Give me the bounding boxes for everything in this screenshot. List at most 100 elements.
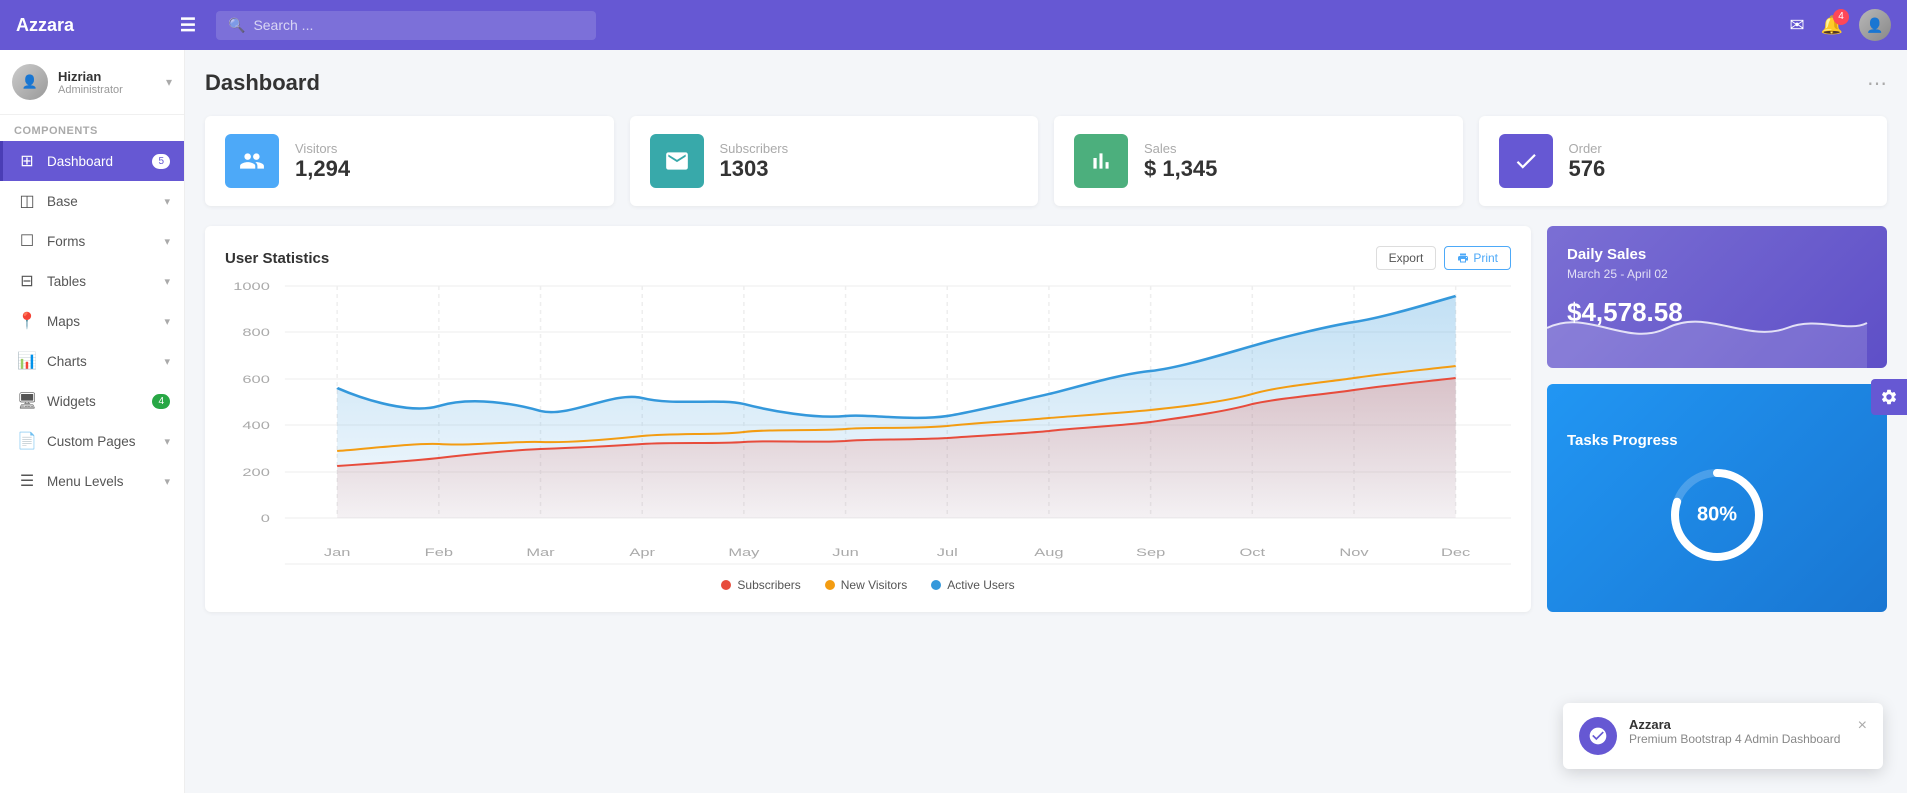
sidebar-item-label: Forms [47, 234, 154, 249]
chart-header: User Statistics Export Print [225, 246, 1511, 270]
settings-fab[interactable] [1871, 379, 1907, 415]
sales-label: Sales [1144, 141, 1217, 156]
daily-sales-title: Daily Sales [1567, 246, 1867, 263]
chart-title: User Statistics [225, 250, 329, 267]
sidebar-item-label: Menu Levels [47, 474, 154, 489]
sidebar-item-forms[interactable]: ☐ Forms ▾ [0, 221, 184, 261]
chart-actions: Export Print [1376, 246, 1511, 270]
sidebar-user-arrow: ▾ [166, 75, 172, 89]
svg-text:May: May [728, 546, 759, 559]
svg-text:800: 800 [242, 326, 270, 339]
toast-title: Azzara [1629, 717, 1846, 732]
user-avatar[interactable]: 👤 [1859, 9, 1891, 41]
sidebar-username: Hizrian [58, 69, 156, 84]
custom-pages-icon: 📄 [17, 431, 37, 451]
topnav-right: ✉ 🔔 4 👤 [1789, 9, 1891, 41]
export-button[interactable]: Export [1376, 246, 1437, 270]
page-title: Dashboard [205, 70, 320, 96]
sidebar-item-charts[interactable]: 📊 Charts ▾ [0, 341, 184, 381]
widgets-icon: 🖥 [17, 391, 37, 411]
daily-sales-card: Daily Sales March 25 - April 02 $4,578.5… [1547, 226, 1887, 368]
subscribers-label: Subscribers [720, 141, 789, 156]
sidebar-item-label: Base [47, 194, 154, 209]
svg-text:Mar: Mar [526, 546, 555, 559]
order-label: Order [1569, 141, 1606, 156]
svg-text:Jul: Jul [937, 546, 958, 559]
notification-bell[interactable]: 🔔 4 [1821, 15, 1843, 36]
chevron-down-icon: ▾ [164, 275, 170, 288]
sidebar-user[interactable]: 👤 Hizrian Administrator ▾ [0, 50, 184, 115]
search-box[interactable]: 🔍 [216, 11, 596, 40]
forms-icon: ☐ [17, 231, 37, 251]
legend-label-new-visitors: New Visitors [841, 578, 907, 592]
brand-name: Azzara [16, 15, 74, 36]
sidebar-item-label: Dashboard [47, 154, 142, 169]
charts-icon: 📊 [17, 351, 37, 371]
chevron-down-icon: ▾ [164, 235, 170, 248]
mail-icon[interactable]: ✉ [1789, 15, 1804, 36]
stat-card-visitors: Visitors 1,294 [205, 116, 614, 206]
chevron-down-icon: ▾ [164, 435, 170, 448]
sidebar-item-tables[interactable]: ⊟ Tables ▾ [0, 261, 184, 301]
chart-area: 1000 800 600 400 200 0 Jan Feb Mar Apr M… [225, 286, 1511, 566]
sidebar-item-dashboard[interactable]: ⊞ Dashboard 5 [0, 141, 184, 181]
print-button[interactable]: Print [1444, 246, 1511, 270]
stat-info-subscribers: Subscribers 1303 [720, 141, 789, 182]
legend-label-active-users: Active Users [947, 578, 1014, 592]
main-layout: 👤 Hizrian Administrator ▾ COMPONENTS ⊞ D… [0, 50, 1907, 793]
sidebar-user-info: Hizrian Administrator [58, 69, 156, 96]
tasks-progress-title: Tasks Progress [1567, 432, 1678, 449]
order-value: 576 [1569, 156, 1606, 182]
toast-close-button[interactable]: × [1858, 717, 1867, 735]
sidebar-item-widgets[interactable]: 🖥 Widgets 4 [0, 381, 184, 421]
sidebar-item-maps[interactable]: 📍 Maps ▾ [0, 301, 184, 341]
sidebar-item-label: Custom Pages [47, 434, 154, 449]
notification-badge: 4 [1833, 9, 1849, 25]
sidebar-dashboard-badge: 5 [152, 154, 170, 169]
chart-card: User Statistics Export Print [205, 226, 1531, 612]
svg-text:Aug: Aug [1034, 546, 1063, 559]
legend-dot-subscribers [721, 580, 731, 590]
stat-card-order: Order 576 [1479, 116, 1888, 206]
legend-active-users: Active Users [931, 578, 1014, 592]
base-icon: ◫ [17, 191, 37, 211]
sidebar-item-label: Charts [47, 354, 154, 369]
svg-text:0: 0 [261, 512, 270, 525]
legend-new-visitors: New Visitors [825, 578, 907, 592]
svg-text:600: 600 [242, 373, 270, 386]
toast-icon [1579, 717, 1617, 755]
stat-info-visitors: Visitors 1,294 [295, 141, 350, 182]
svg-text:1000: 1000 [233, 280, 270, 293]
right-panel: Daily Sales March 25 - April 02 $4,578.5… [1547, 226, 1887, 612]
svg-text:Apr: Apr [629, 546, 655, 559]
legend-subscribers: Subscribers [721, 578, 800, 592]
hamburger-icon[interactable]: ☰ [180, 15, 196, 36]
tasks-progress-card: Tasks Progress 80% [1547, 384, 1887, 612]
widgets-badge: 4 [152, 394, 170, 409]
notification-toast: Azzara Premium Bootstrap 4 Admin Dashboa… [1563, 703, 1883, 769]
bottom-row: User Statistics Export Print [205, 226, 1887, 612]
menu-levels-icon: ☰ [17, 471, 37, 491]
sidebar-item-base[interactable]: ◫ Base ▾ [0, 181, 184, 221]
sidebar-avatar: 👤 [12, 64, 48, 100]
sidebar-item-label: Tables [47, 274, 154, 289]
progress-percent: 80% [1697, 503, 1737, 526]
sidebar-item-menu-levels[interactable]: ☰ Menu Levels ▾ [0, 461, 184, 501]
daily-sales-date: March 25 - April 02 [1567, 267, 1867, 281]
topnav: Azzara ☰ 🔍 ✉ 🔔 4 👤 [0, 0, 1907, 50]
daily-sales-wave [1547, 288, 1867, 368]
sidebar-item-custom-pages[interactable]: 📄 Custom Pages ▾ [0, 421, 184, 461]
sales-icon [1074, 134, 1128, 188]
stat-card-subscribers: Subscribers 1303 [630, 116, 1039, 206]
search-input[interactable] [253, 17, 584, 33]
page-menu-button[interactable]: ⋯ [1867, 71, 1887, 96]
legend-dot-active-users [931, 580, 941, 590]
svg-text:Dec: Dec [1441, 546, 1470, 559]
sidebar-item-label: Maps [47, 314, 154, 329]
svg-text:Jun: Jun [832, 546, 859, 559]
chevron-down-icon: ▾ [164, 475, 170, 488]
stat-info-sales: Sales $ 1,345 [1144, 141, 1217, 182]
page-header: Dashboard ⋯ [205, 70, 1887, 96]
main-content: Dashboard ⋯ Visitors 1,294 Subscribers [185, 50, 1907, 793]
svg-text:Feb: Feb [425, 546, 454, 559]
